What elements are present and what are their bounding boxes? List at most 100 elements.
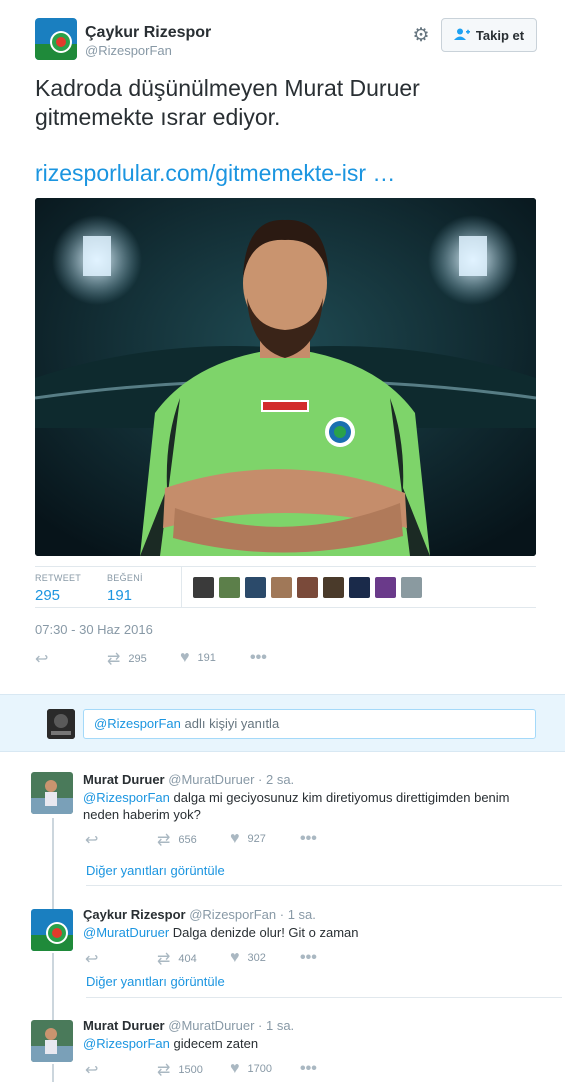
more-dots-icon: ••• xyxy=(300,830,317,847)
like-count: 191 xyxy=(107,587,133,604)
add-user-icon xyxy=(453,27,470,43)
retweet-button[interactable]: ⇄ 656 xyxy=(157,830,197,850)
reply-actions: ↩ ⇄ 656 ♥ 927 ••• xyxy=(35,830,335,850)
like-button[interactable]: ♥ 1700 xyxy=(230,1060,272,1078)
reply-actions: ↩ ⇄ 404 ♥ 302 ••• xyxy=(35,949,335,969)
reply-icon: ↩ xyxy=(85,832,99,849)
divider xyxy=(86,997,562,998)
reply-button[interactable]: ↩ xyxy=(85,949,98,969)
avatar[interactable] xyxy=(323,577,344,598)
like-action-count: 191 xyxy=(197,652,216,664)
list-item: Çaykur Rizespor @RizesporFan · 1 sa. @Mu… xyxy=(0,907,565,987)
avatar[interactable] xyxy=(31,772,73,814)
retweet-icon: ⇄ xyxy=(107,651,121,668)
retweet-action-count: 404 xyxy=(178,953,197,965)
reply-author-name[interactable]: Murat Duruer xyxy=(83,772,165,787)
heart-icon: ♥ xyxy=(180,649,190,666)
reply-time[interactable]: · 1 sa. xyxy=(280,907,316,922)
reply-input-placeholder: adlı kişiyi yanıtla xyxy=(180,716,280,731)
stats-divider xyxy=(181,567,182,607)
avatar xyxy=(47,709,75,739)
retweet-count: 295 xyxy=(35,587,61,604)
reply-text: @RizesporFan gidecem zaten xyxy=(83,1035,543,1052)
reply-author-handle[interactable]: @RizesporFan xyxy=(189,907,276,922)
reply-time[interactable]: · 2 sa. xyxy=(258,772,294,787)
like-button[interactable]: ♥ 191 xyxy=(180,649,216,667)
heart-icon: ♥ xyxy=(230,830,240,847)
retweet-icon: ⇄ xyxy=(157,951,171,968)
reply-button[interactable]: ↩ xyxy=(85,830,98,850)
reply-icon: ↩ xyxy=(85,951,99,968)
reply-time[interactable]: · 1 sa. xyxy=(258,1018,294,1033)
like-button[interactable]: ♥ 927 xyxy=(230,830,266,848)
more-dots-icon: ••• xyxy=(300,1060,317,1077)
retweet-button[interactable]: ⇄ 1500 xyxy=(157,1060,203,1080)
divider xyxy=(86,885,562,886)
like-action-count: 1700 xyxy=(247,1063,272,1075)
reply-button[interactable]: ↩ xyxy=(35,649,48,669)
reply-header: Murat Duruer @MuratDuruer · 2 sa. xyxy=(83,772,294,787)
reply-author-name[interactable]: Çaykur Rizespor xyxy=(83,907,186,922)
avatar[interactable] xyxy=(245,577,266,598)
retweet-icon: ⇄ xyxy=(157,832,171,849)
retweet-stat[interactable]: RETWEET 295 xyxy=(35,573,81,604)
gear-icon[interactable]: ⚙ xyxy=(411,26,431,46)
reply-header: Çaykur Rizespor @RizesporFan · 1 sa. xyxy=(83,907,316,922)
avatar[interactable] xyxy=(271,577,292,598)
like-stat-label: BEĞENİ xyxy=(107,573,143,583)
avatar[interactable] xyxy=(349,577,370,598)
follow-button-label: Takip et xyxy=(475,27,525,43)
like-action-count: 927 xyxy=(247,833,266,845)
view-more-replies-link[interactable]: Diğer yanıtları görüntüle xyxy=(86,974,225,989)
avatar[interactable] xyxy=(375,577,396,598)
retweet-button[interactable]: ⇄ 295 xyxy=(107,649,147,669)
avatar[interactable] xyxy=(31,909,73,951)
more-button[interactable]: ••• xyxy=(250,649,267,667)
retweet-icon: ⇄ xyxy=(157,1062,171,1079)
more-dots-icon: ••• xyxy=(250,649,267,666)
reply-mention[interactable]: @MuratDuruer xyxy=(83,925,169,940)
retweet-action-count: 656 xyxy=(178,834,197,846)
tweet-text: Kadroda düşünülmeyen Murat Duruer gitmem… xyxy=(35,75,420,130)
tweet-photo[interactable] xyxy=(35,198,536,556)
reply-text: @RizesporFan dalga mi geciyosunuz kim di… xyxy=(83,789,543,823)
account-name[interactable]: Çaykur Rizespor xyxy=(85,24,211,42)
reply-text-body: Dalga denizde olur! Git o zaman xyxy=(169,925,359,940)
avatar[interactable] xyxy=(297,577,318,598)
reply-author-name[interactable]: Murat Duruer xyxy=(83,1018,165,1033)
like-action-count: 302 xyxy=(247,952,266,964)
avatar[interactable] xyxy=(35,18,77,60)
reply-icon: ↩ xyxy=(85,1062,99,1079)
view-more-replies-link[interactable]: Diğer yanıtları görüntüle xyxy=(86,863,225,878)
more-dots-icon: ••• xyxy=(300,949,317,966)
avatar[interactable] xyxy=(401,577,422,598)
tweet-timestamp[interactable]: 07:30 - 30 Haz 2016 xyxy=(35,622,153,637)
reply-input[interactable]: @RizesporFan adlı kişiyi yanıtla xyxy=(83,709,536,739)
tweet-stats: RETWEET 295 BEĞENİ 191 xyxy=(35,566,536,608)
more-button[interactable]: ••• xyxy=(300,1060,317,1078)
more-button[interactable]: ••• xyxy=(300,830,317,848)
reply-button[interactable]: ↩ xyxy=(85,1060,98,1080)
reply-text-body: gidecem zaten xyxy=(169,1036,259,1051)
account-handle[interactable]: @RizesporFan xyxy=(85,43,172,58)
more-button[interactable]: ••• xyxy=(300,949,317,967)
reply-mention[interactable]: @RizesporFan xyxy=(83,1036,170,1051)
like-stat[interactable]: BEĞENİ 191 xyxy=(107,573,143,604)
reply-mention[interactable]: @RizesporFan xyxy=(83,790,170,805)
reply-author-handle[interactable]: @MuratDuruer xyxy=(168,772,254,787)
tweet-header: Çaykur Rizespor @RizesporFan ⚙ Takip et xyxy=(35,18,537,64)
avatar[interactable] xyxy=(193,577,214,598)
retweet-action-count: 295 xyxy=(128,653,147,665)
tweet-actions: ↩ ⇄ 295 ♥ 191 ••• xyxy=(35,649,335,669)
reply-actions: ↩ ⇄ 1500 ♥ 1700 ••• xyxy=(35,1060,335,1080)
follow-button[interactable]: Takip et xyxy=(441,18,537,52)
reply-author-handle[interactable]: @MuratDuruer xyxy=(168,1018,254,1033)
reply-header: Murat Duruer @MuratDuruer · 1 sa. xyxy=(83,1018,294,1033)
retweet-action-count: 1500 xyxy=(178,1064,203,1076)
tweet-link[interactable]: rizesporlular.com/gitmemekte-isr … xyxy=(35,160,395,187)
like-button[interactable]: ♥ 302 xyxy=(230,949,266,967)
avatar[interactable] xyxy=(219,577,240,598)
avatar[interactable] xyxy=(31,1020,73,1062)
heart-icon: ♥ xyxy=(230,949,240,966)
retweet-button[interactable]: ⇄ 404 xyxy=(157,949,197,969)
